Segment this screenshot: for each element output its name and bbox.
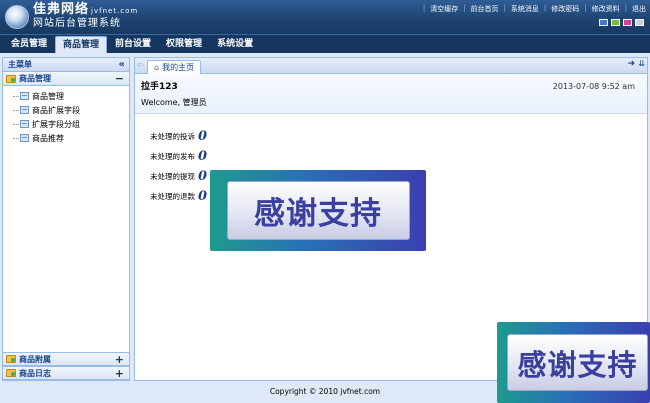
- main-nav: 会员管理 商品管理 前台设置 权限管理 系统设置: [0, 34, 650, 53]
- welcome-panel: 拉手123 Welcome, 管理员 2013-07-08 9:52 am: [135, 74, 647, 114]
- folder-icon: [6, 355, 16, 363]
- tab-label: 我的主页: [162, 62, 195, 72]
- sidebar-group-product-management[interactable]: 商品管理 −: [3, 72, 129, 86]
- stat-value[interactable]: 0: [198, 189, 207, 204]
- banner-text: 感谢支持: [517, 347, 638, 382]
- stat-value[interactable]: 0: [198, 149, 207, 164]
- stat-value[interactable]: 0: [198, 129, 207, 144]
- scroll-right-icon[interactable]: ➜: [627, 59, 635, 69]
- sidebar-item-product-management[interactable]: 商品管理: [3, 89, 129, 103]
- sidebar-item-label: 扩展字段分组: [32, 119, 80, 129]
- group-label: 商品日志: [19, 368, 51, 378]
- skin-switcher: [599, 19, 644, 26]
- datetime: 2013-07-08 9:52 am: [552, 82, 635, 91]
- page-icon: [20, 120, 29, 128]
- sidebar-group-product-attachments[interactable]: 商品附属 +: [3, 352, 129, 366]
- skin-gray-swatch[interactable]: [635, 19, 644, 26]
- page-icon: [20, 92, 29, 100]
- sidebar: 主菜单 « 商品管理 − 商品管理 商品扩展字段 扩展字段分组 商品推荐 商品附…: [2, 57, 130, 381]
- frontend-home-link[interactable]: 前台首页: [471, 4, 499, 14]
- system-messages-link[interactable]: 系统消息: [511, 4, 539, 14]
- stat-value[interactable]: 0: [198, 169, 207, 184]
- brand-name: 佳弗网络: [33, 2, 90, 17]
- nav-product-management[interactable]: 商品管理: [55, 36, 108, 53]
- header: 佳弗网络 jvfnet.com 网站后台管理系统 | 清空缓存 | 前台首页 | …: [0, 0, 650, 34]
- sidebar-item-field-groups[interactable]: 扩展字段分组: [3, 117, 129, 131]
- expand-group-icon[interactable]: +: [115, 367, 124, 380]
- nav-member-management[interactable]: 会员管理: [4, 36, 54, 53]
- page-icon: [20, 134, 29, 142]
- stat-label: 未处理的发布: [150, 151, 195, 161]
- logo-icon: [5, 4, 29, 29]
- sidebar-header: 主菜单 «: [3, 58, 129, 72]
- skin-pink-swatch[interactable]: [623, 19, 632, 26]
- edit-profile-link[interactable]: 修改资料: [592, 4, 620, 14]
- collapsed-groups: 商品附属 + 商品日志 +: [3, 352, 129, 380]
- sidebar-item-product-recommend[interactable]: 商品推荐: [3, 131, 129, 145]
- stat-row: 未处理的投诉 0: [150, 126, 647, 146]
- group-label: 商品管理: [19, 74, 51, 83]
- change-password-link[interactable]: 修改密码: [551, 4, 579, 14]
- top-links: | 清空缓存 | 前台首页 | 系统消息 | 修改密码 | 修改资料 | 退出: [422, 4, 646, 14]
- expand-group-icon[interactable]: +: [115, 353, 124, 366]
- folder-icon: [6, 369, 16, 377]
- nav-permission-management[interactable]: 权限管理: [159, 36, 209, 53]
- thanks-banner[interactable]: 感谢支持: [210, 170, 426, 251]
- group-label: 商品附属: [19, 354, 51, 364]
- stat-label: 未处理的提现: [150, 171, 195, 181]
- tab-my-home[interactable]: ⌂ 我的主页: [147, 60, 202, 74]
- sidebar-tree: 商品管理 商品扩展字段 扩展字段分组 商品推荐: [3, 86, 129, 145]
- nav-system-settings[interactable]: 系统设置: [210, 36, 260, 53]
- sidebar-item-product-extended-fields[interactable]: 商品扩展字段: [3, 103, 129, 117]
- collapse-sidebar-icon[interactable]: «: [119, 58, 125, 71]
- folder-icon: [6, 74, 16, 83]
- logout-link[interactable]: 退出: [632, 4, 646, 14]
- sidebar-group-product-logs[interactable]: 商品日志 +: [3, 366, 129, 380]
- skin-green-swatch[interactable]: [611, 19, 620, 26]
- tab-bar: ⇦ ⌂ 我的主页 ➜ ⇊: [135, 58, 647, 74]
- skin-blue-swatch[interactable]: [599, 19, 608, 26]
- page-icon: [20, 106, 29, 114]
- banner-text: 感谢支持: [254, 196, 382, 232]
- sidebar-item-label: 商品管理: [32, 91, 64, 101]
- brand-subtitle: 网站后台管理系统: [33, 18, 121, 29]
- nav-frontend-settings[interactable]: 前台设置: [108, 36, 158, 53]
- brand-domain: jvfnet.com: [91, 7, 139, 15]
- stat-label: 未处理的退款: [150, 191, 195, 201]
- welcome-text: Welcome, 管理员: [141, 98, 207, 107]
- stat-row: 未处理的发布 0: [150, 146, 647, 166]
- tab-menu-icon[interactable]: ⇊: [638, 59, 645, 68]
- sidebar-title: 主菜单: [8, 60, 32, 69]
- sidebar-item-label: 商品推荐: [32, 133, 64, 143]
- sidebar-item-label: 商品扩展字段: [32, 105, 80, 115]
- home-icon: ⌂: [154, 62, 160, 72]
- scroll-left-icon[interactable]: ⇦: [137, 60, 144, 69]
- admin-app: 佳弗网络 jvfnet.com 网站后台管理系统 | 清空缓存 | 前台首页 | …: [0, 0, 650, 403]
- logo: 佳弗网络 jvfnet.com 网站后台管理系统: [5, 3, 138, 30]
- clear-cache-link[interactable]: 清空缓存: [430, 4, 458, 14]
- stat-label: 未处理的投诉: [150, 131, 195, 141]
- collapse-group-icon[interactable]: −: [115, 72, 124, 85]
- thanks-banner[interactable]: 感谢支持: [497, 322, 650, 403]
